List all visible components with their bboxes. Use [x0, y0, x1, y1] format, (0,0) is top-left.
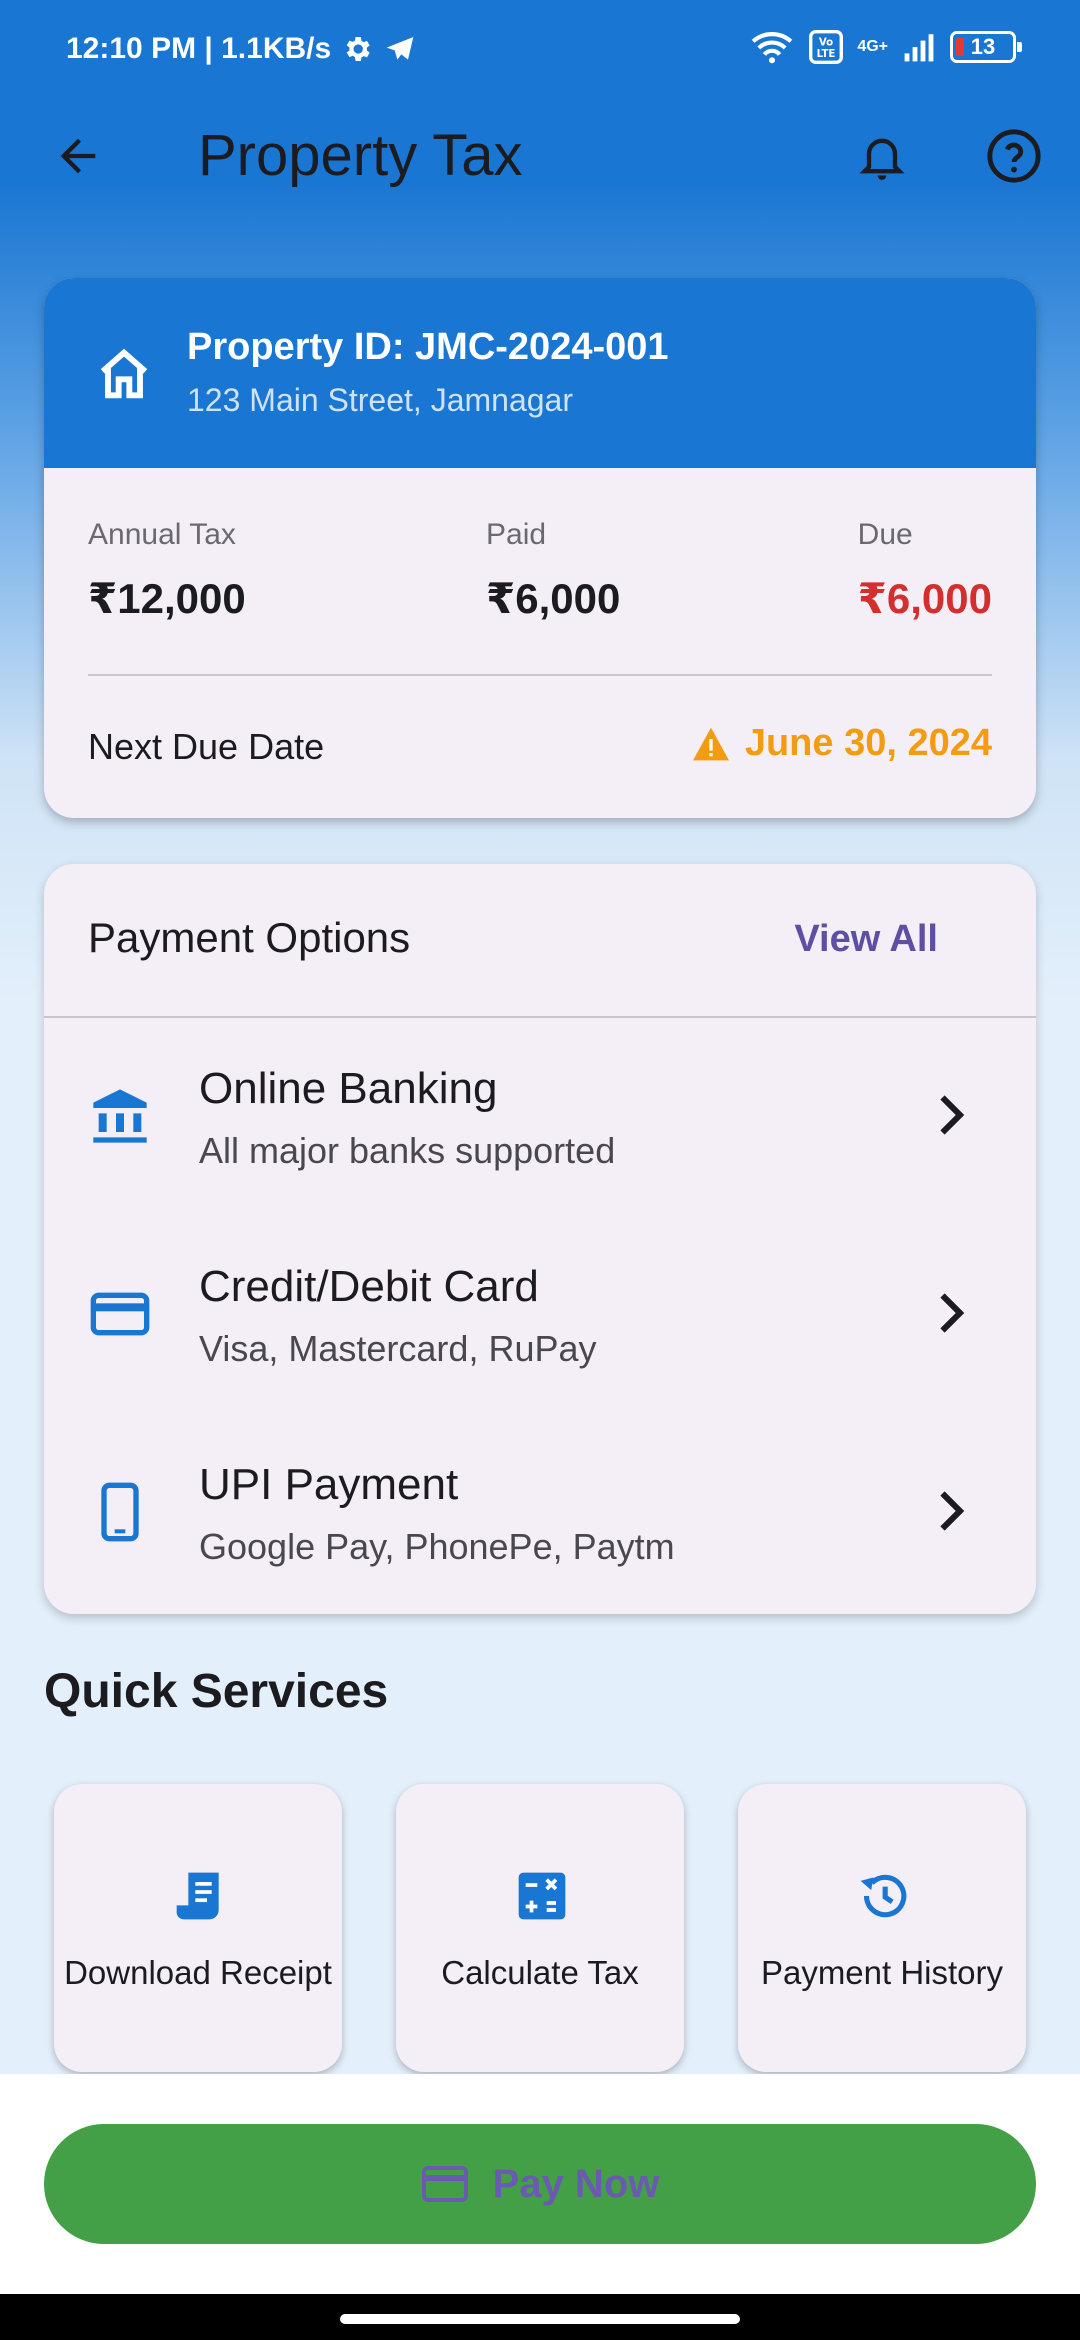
help-icon — [987, 129, 1041, 183]
paid-stat: Paid ₹6,000 — [486, 518, 620, 623]
status-right: Vo LTE 4G+ 13 — [749, 30, 1022, 64]
next-due-value: June 30, 2024 — [744, 722, 992, 764]
property-header: Property ID: JMC-2024-001 123 Main Stree… — [44, 278, 1036, 468]
battery-level: 13 — [970, 34, 996, 59]
receipt-icon — [176, 1872, 219, 1920]
system-nav-bar — [0, 2294, 1080, 2340]
pay-now-button[interactable]: Pay Now — [44, 2124, 1036, 2244]
home-icon — [100, 348, 148, 399]
payment-option-card[interactable]: Credit/Debit Card Visa, Mastercard, RuPa… — [44, 1218, 1036, 1416]
wifi-icon — [752, 32, 793, 64]
quick-service-label: Download Receipt — [64, 1954, 332, 1991]
credit-card-icon — [421, 2166, 468, 2202]
volte-icon: VoLTE — [809, 30, 844, 64]
due-label: Due — [857, 518, 913, 551]
payment-option-online-banking[interactable]: Online Banking All major banks supported — [44, 1020, 1036, 1218]
notifications-button[interactable] — [848, 122, 916, 190]
payment-option-subtitle: All major banks supported — [199, 1130, 616, 1171]
gear-icon — [346, 37, 370, 61]
annual-tax-stat: Annual Tax ₹12,000 — [88, 518, 246, 623]
payment-option-name: Online Banking — [199, 1064, 498, 1113]
bell-icon — [859, 138, 905, 180]
battery-icon: 13 — [950, 31, 1022, 63]
paid-value: ₹6,000 — [486, 575, 621, 622]
payment-option-subtitle: Google Pay, PhonePe, Paytm — [199, 1526, 675, 1567]
svg-text:Vo: Vo — [819, 37, 833, 48]
home-indicator[interactable] — [340, 2314, 740, 2324]
property-id: Property ID: JMC-2024-001 — [187, 326, 669, 368]
app-bar: Property Tax — [0, 100, 1080, 212]
chevron-right-icon — [940, 1491, 965, 1531]
quick-service-label: Calculate Tax — [441, 1954, 639, 1991]
page-title: Property Tax — [198, 123, 523, 188]
bottom-action-bar: Pay Now — [0, 2074, 1080, 2294]
divider — [88, 674, 992, 676]
credit-card-icon — [90, 1292, 150, 1336]
arrow-back-icon — [60, 138, 96, 174]
annual-tax-value: ₹12,000 — [88, 575, 246, 622]
property-address: 123 Main Street, Jamnagar — [187, 382, 573, 418]
payment-option-subtitle: Visa, Mastercard, RuPay — [199, 1328, 597, 1369]
due-value: ₹6,000 — [857, 575, 992, 622]
due-stat: Due ₹6,000 — [858, 518, 992, 623]
payment-option-upi[interactable]: UPI Payment Google Pay, PhonePe, Paytm — [44, 1416, 1036, 1614]
status-time: 12:10 PM | 1.1KB/s — [66, 32, 332, 65]
chevron-right-icon — [940, 1293, 965, 1333]
status-left: 12:10 PM | 1.1KB/s — [66, 32, 417, 66]
property-card: Property ID: JMC-2024-001 123 Main Stree… — [44, 278, 1036, 818]
calculator-icon — [518, 1872, 566, 1920]
smartphone-icon — [101, 1482, 139, 1542]
payment-option-name: UPI Payment — [199, 1460, 459, 1509]
payment-option-name: Credit/Debit Card — [199, 1262, 539, 1311]
quick-service-download-receipt[interactable]: Download Receipt — [54, 1784, 342, 2072]
annual-tax-label: Annual Tax — [88, 518, 236, 551]
network-type: 4G+ — [857, 38, 888, 55]
payment-options-title: Payment Options — [88, 914, 411, 961]
quick-service-calculate-tax[interactable]: Calculate Tax — [396, 1784, 684, 2072]
payment-options-card: Payment Options View All Online Banking … — [44, 864, 1036, 1614]
next-due-label: Next Due Date — [88, 726, 325, 767]
help-button[interactable] — [980, 122, 1048, 190]
status-bar: 12:10 PM | 1.1KB/s Vo LTE 4G+ 13 — [0, 0, 1080, 100]
quick-service-payment-history[interactable]: Payment History — [738, 1784, 1026, 2072]
chevron-right-icon — [940, 1095, 965, 1135]
payment-options-header: Payment Options View All — [44, 864, 1036, 1018]
bank-icon — [93, 1089, 147, 1143]
view-all-button[interactable]: View All — [794, 918, 938, 961]
quick-service-label: Payment History — [760, 1954, 1004, 1991]
quick-services-title: Quick Services — [44, 1665, 389, 1718]
pay-now-label: Pay Now — [492, 2161, 660, 2206]
next-due-date: June 30, 2024 — [691, 722, 992, 765]
history-icon — [860, 1874, 907, 1918]
warning-icon — [692, 727, 729, 760]
back-button[interactable] — [44, 122, 112, 190]
signal-icon — [904, 34, 934, 62]
telegram-icon — [386, 37, 414, 60]
svg-text:LTE: LTE — [817, 49, 836, 60]
paid-label: Paid — [486, 518, 547, 551]
